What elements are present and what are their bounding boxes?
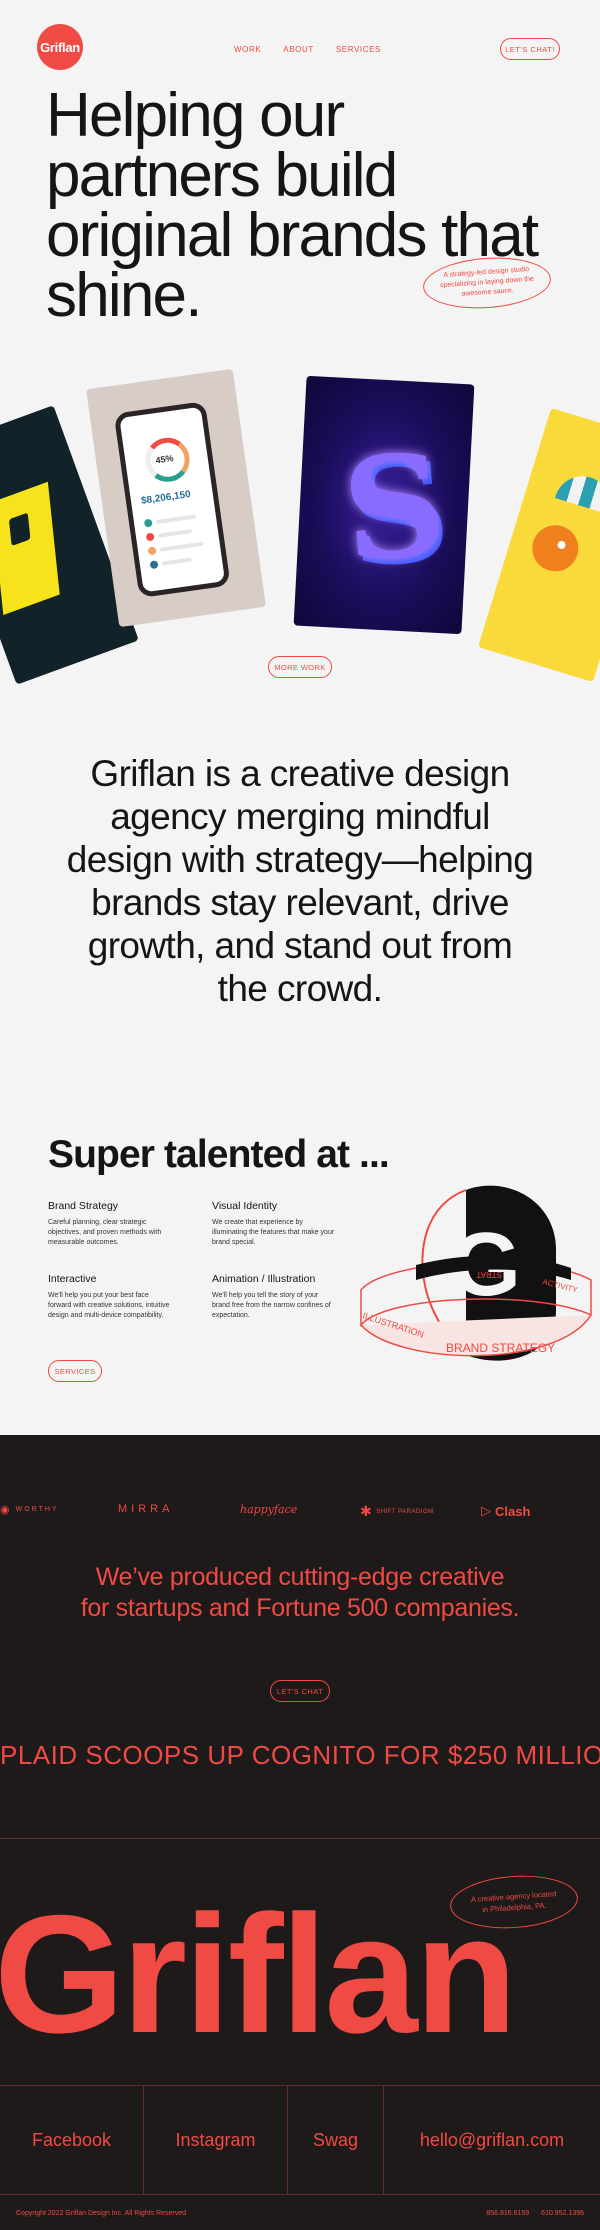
footer-links: Facebook Instagram Swag hello@griflan.co… <box>0 2085 600 2195</box>
phone-number-2[interactable]: 610.952.1396 <box>541 2210 584 2217</box>
client-name: SHIFT PARADIGM <box>376 1508 434 1515</box>
client-logo-mirra: MIRRA <box>118 1503 173 1515</box>
footer-link-email[interactable]: hello@griflan.com <box>384 2086 600 2194</box>
portfolio-card-app[interactable]: 45% $8,206,150 <box>86 368 266 628</box>
skill-brand-strategy: Brand Strategy Careful planning, clear s… <box>48 1200 172 1248</box>
app-amount: $8,206,150 <box>140 488 192 507</box>
nav-services[interactable]: SERVICES <box>336 45 381 54</box>
worthy-icon: ◉ <box>0 1504 12 1516</box>
client-name: MIRRA <box>118 1503 174 1515</box>
main-nav: WORK ABOUT SERVICES <box>234 45 381 54</box>
list-line <box>161 557 192 566</box>
skill-text: We create that experience by illuminatin… <box>212 1219 335 1246</box>
client-name: happyface <box>240 1503 298 1516</box>
skill-text: We'll help you tell the story of your br… <box>212 1292 331 1319</box>
skill-title: Interactive <box>48 1273 97 1285</box>
shift-paradigm-icon: ✱ <box>360 1503 373 1519</box>
clash-icon: ▷ <box>481 1503 491 1518</box>
phone-number-1[interactable]: 856.816.6159 <box>486 2210 529 2217</box>
nav-work[interactable]: WORK <box>234 45 261 54</box>
clients-headline: We’ve produced cutting-edge creative for… <box>80 1563 520 1622</box>
logo[interactable]: Griflan <box>37 24 83 70</box>
client-logo-clash: ▷ Clash <box>481 1503 530 1519</box>
skill-title: Animation / Illustration <box>212 1273 316 1285</box>
lets-chat-button[interactable]: LET'S CHAT! <box>500 38 560 60</box>
phone-numbers: 856.816.6159 610.952.1396 <box>486 2210 584 2217</box>
list-line <box>159 541 204 552</box>
skill-animation-illustration: Animation / Illustration We'll help you … <box>212 1273 336 1321</box>
news-ticker[interactable]: PLAID SCOOPS UP COGNITO FOR $250 MILLIO <box>0 1740 600 1771</box>
divider <box>0 1838 600 1839</box>
skill-interactive: Interactive We'll help you put your best… <box>48 1273 172 1321</box>
bird-illustration-icon <box>526 519 585 577</box>
nav-about[interactable]: ABOUT <box>283 45 314 54</box>
ring-label-brand-strategy: BRAND STRATEGY <box>446 1341 555 1355</box>
yellow-letter-shape <box>0 481 60 616</box>
client-name: WORTHY <box>15 1506 59 1513</box>
g-ring-illustration: G BRAND STRATEGY ILLUSTRATION ACTIVITY S… <box>360 1185 592 1361</box>
footer-link-instagram[interactable]: Instagram <box>144 2086 288 2194</box>
client-logo-shift-paradigm: ✱ SHIFT PARADIGM <box>360 1503 434 1520</box>
lets-chat-button-2[interactable]: LET'S CHAT <box>270 1680 330 1702</box>
about-statement: Griflan is a creative design agency merg… <box>66 753 534 1009</box>
ring-label-strat: STRAT <box>476 1270 502 1279</box>
client-name: Clash <box>495 1503 531 1519</box>
hero-tagline: A strategy-led design studio specializin… <box>439 266 535 298</box>
copyright: Copyright 2022 Griflan Design Inc. All R… <box>16 2210 187 2217</box>
list-line <box>157 529 193 538</box>
skill-visual-identity: Visual Identity We create that experienc… <box>212 1200 336 1248</box>
more-work-button[interactable]: MORE WORK <box>268 656 332 678</box>
big-brand-wordmark: Griflan <box>0 1880 517 2068</box>
client-logo-happyface: happyface <box>240 1503 297 1516</box>
skill-title: Visual Identity <box>212 1200 278 1212</box>
footer-link-facebook[interactable]: Facebook <box>0 2086 144 2194</box>
list-dot-icon <box>145 532 155 542</box>
list-dot-icon <box>143 518 153 528</box>
portfolio-card-yellow[interactable] <box>478 407 600 683</box>
list-dot-icon <box>147 546 157 556</box>
skill-title: Brand Strategy <box>48 1200 119 1212</box>
skill-text: We'll help you put your best face forwar… <box>48 1292 170 1319</box>
list-dot-icon <box>149 560 159 570</box>
skill-text: Careful planning, clear strategic object… <box>48 1219 162 1246</box>
s-logo-icon: S <box>336 422 452 595</box>
services-button[interactable]: SERVICES <box>48 1360 102 1382</box>
skills-title: Super talented at ... <box>48 1133 390 1176</box>
footer-link-swag[interactable]: Swag <box>288 2086 384 2194</box>
parachute-icon <box>555 469 600 515</box>
client-logo-worthy: ◉ WORTHY <box>0 1503 59 1516</box>
phone-mockup: 45% $8,206,150 <box>113 401 231 599</box>
list-line <box>155 514 197 524</box>
page: Griflan WORK ABOUT SERVICES LET'S CHAT! … <box>0 0 600 2230</box>
portfolio-card-s-logo[interactable]: S <box>293 375 475 635</box>
